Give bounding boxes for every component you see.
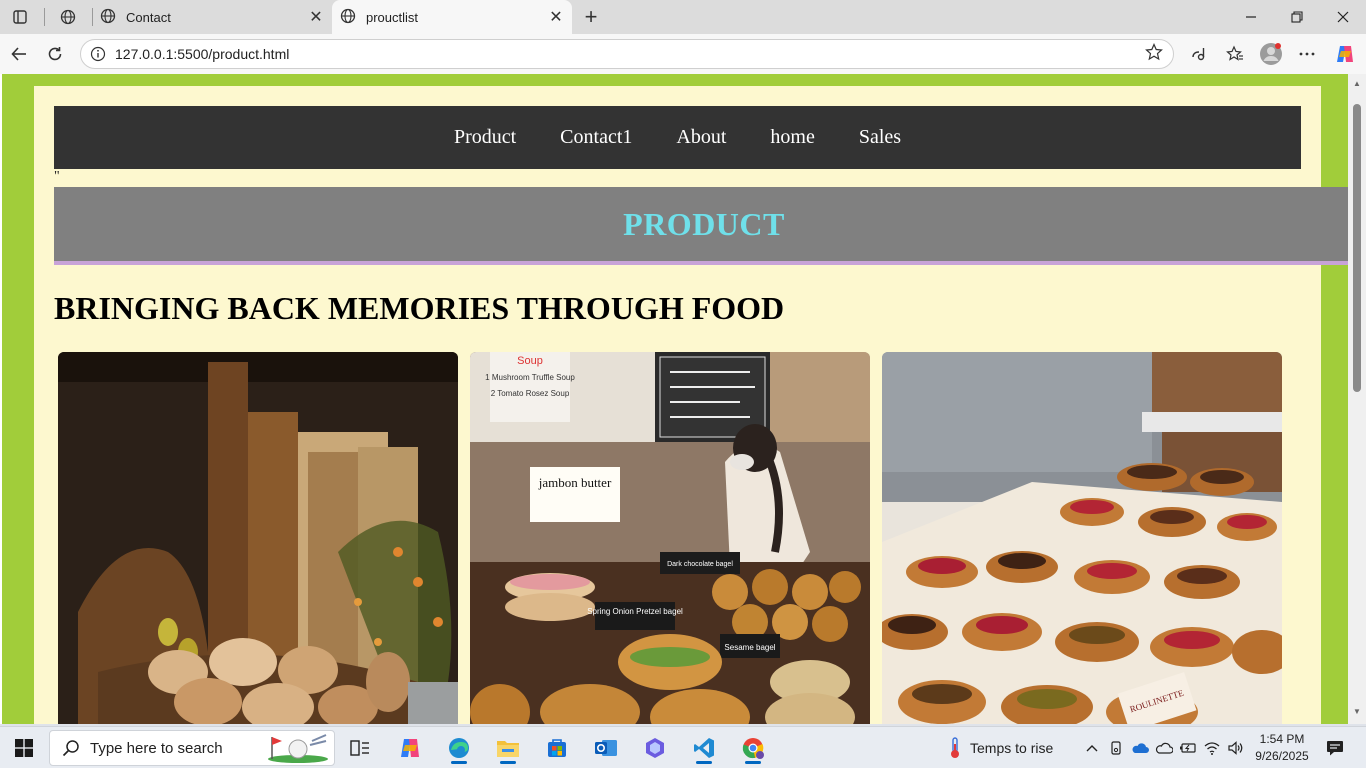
profile-avatar[interactable] xyxy=(1256,40,1286,68)
copilot-taskbar-icon[interactable] xyxy=(390,731,430,765)
weather-text: Temps to rise xyxy=(970,740,1054,756)
edge-browser-icon[interactable] xyxy=(439,731,479,765)
onedrive-personal-cloud-icon[interactable] xyxy=(1152,727,1176,768)
tab-separator xyxy=(44,8,45,26)
card-text-mushroom-soup: 1 Mushroom Truffle Soup xyxy=(485,373,575,382)
device-icon[interactable] xyxy=(1104,727,1128,768)
main-nav: Product Contact1 About home Sales xyxy=(54,106,1301,169)
nav-link-product[interactable]: Product xyxy=(454,126,516,149)
product-banner: PRODUCT xyxy=(54,187,1354,265)
nav-link-home[interactable]: home xyxy=(770,126,814,149)
address-bar[interactable]: 127.0.0.1:5500/product.html xyxy=(80,39,1174,69)
chrome-icon[interactable] xyxy=(733,731,773,765)
more-options-icon[interactable] xyxy=(1292,40,1322,68)
favorites-icon[interactable] xyxy=(1220,40,1250,68)
url-text[interactable]: 127.0.0.1:5500/product.html xyxy=(115,46,1145,62)
notifications-icon[interactable] xyxy=(1320,727,1350,768)
copilot-app-icon[interactable] xyxy=(635,731,675,765)
taskbar-search-box[interactable]: Type here to search xyxy=(49,730,335,766)
battery-icon[interactable] xyxy=(1176,727,1200,768)
golf-highlight-icon[interactable] xyxy=(262,733,328,763)
card-text-spring-onion-bagel: Spring Onion Pretzel bagel xyxy=(587,607,683,616)
workspaces-globe-icon[interactable] xyxy=(54,4,82,30)
nav-link-about[interactable]: About xyxy=(676,126,726,149)
weather-widget[interactable]: Temps to rise xyxy=(948,727,1053,768)
new-tab-button[interactable]: + xyxy=(578,4,604,30)
clock-time: 1:54 PM xyxy=(1259,732,1305,746)
scroll-down-arrow-icon[interactable]: ▼ xyxy=(1352,706,1362,716)
tab-actions-icon[interactable] xyxy=(6,4,34,30)
product-image-bread-basket[interactable] xyxy=(58,352,458,724)
refresh-icon[interactable] xyxy=(40,40,70,68)
task-view-icon[interactable] xyxy=(340,731,380,765)
card-text-tomato-soup: 2 Tomato Rosez Soup xyxy=(491,389,570,398)
site-info-icon[interactable] xyxy=(89,45,107,63)
tab-contact[interactable]: Contact ✕ xyxy=(92,0,332,34)
tab-title: Contact xyxy=(126,9,171,25)
tab-title: prouctlist xyxy=(366,9,419,25)
close-tab-icon[interactable]: ✕ xyxy=(546,7,566,27)
windows-taskbar: Type here to search Temps to rise 1:54 P… xyxy=(0,726,1366,768)
file-explorer-icon[interactable] xyxy=(488,731,528,765)
card-text-soup: Soup xyxy=(517,355,543,367)
nav-link-contact1[interactable]: Contact1 xyxy=(560,126,632,149)
page-scrollbar[interactable]: ▲ ▼ xyxy=(1348,74,1366,724)
browser-tab-bar: Contact ✕ prouctlist ✕ + xyxy=(0,0,1366,34)
close-window-icon[interactable] xyxy=(1320,0,1366,34)
page-green-border: Product Contact1 About home Sales " PROD… xyxy=(2,74,1354,724)
show-hidden-icons-chevron-icon[interactable] xyxy=(1080,727,1104,768)
stray-quote-text: " xyxy=(54,169,60,184)
volume-icon[interactable] xyxy=(1224,727,1248,768)
thermometer-icon xyxy=(948,737,962,759)
page-content: Product Contact1 About home Sales " PROD… xyxy=(34,86,1354,724)
scroll-up-arrow-icon[interactable]: ▲ xyxy=(1352,78,1362,88)
nav-link-sales[interactable]: Sales xyxy=(859,126,901,149)
scrollbar-thumb[interactable] xyxy=(1353,104,1361,392)
page-viewport: Product Contact1 About home Sales " PROD… xyxy=(0,74,1366,724)
search-placeholder: Type here to search xyxy=(90,739,223,757)
clock-date: 9/26/2025 xyxy=(1255,749,1309,763)
read-aloud-icon[interactable] xyxy=(1184,40,1214,68)
copilot-icon[interactable] xyxy=(1330,40,1360,68)
taskbar-clock[interactable]: 1:54 PM 9/26/2025 xyxy=(1254,731,1310,765)
search-icon xyxy=(62,739,80,757)
card-text-jambon-butter: jambon butter xyxy=(538,475,612,490)
card-text-sesame-bagel: Sesame bagel xyxy=(724,643,775,652)
banner-title: PRODUCT xyxy=(623,205,785,242)
restore-icon[interactable] xyxy=(1274,0,1320,34)
globe-icon xyxy=(340,8,356,27)
wifi-icon[interactable] xyxy=(1200,727,1224,768)
page-headline: BRINGING BACK MEMORIES THROUGH FOOD xyxy=(54,290,785,326)
windows-start-icon[interactable] xyxy=(4,731,44,765)
close-tab-icon[interactable]: ✕ xyxy=(306,7,326,27)
microsoft-store-icon[interactable] xyxy=(537,731,577,765)
pastry-display-illustration: ROULINETTE xyxy=(882,352,1282,724)
tab-productlist[interactable]: prouctlist ✕ xyxy=(332,0,572,34)
product-image-pastry-display[interactable]: ROULINETTE xyxy=(882,352,1282,724)
product-image-bakery-counter[interactable]: Soup 1 Mushroom Truffle Soup 2 Tomato Ro… xyxy=(470,352,870,724)
bakery-counter-illustration: Soup 1 Mushroom Truffle Soup 2 Tomato Ro… xyxy=(470,352,870,724)
browser-toolbar: 127.0.0.1:5500/product.html xyxy=(0,34,1366,74)
outlook-icon[interactable] xyxy=(586,731,626,765)
back-arrow-icon[interactable] xyxy=(4,40,34,68)
card-text-dark-chocolate-bagel: Dark chocolate bagel xyxy=(667,561,733,568)
globe-icon xyxy=(100,8,116,27)
onedrive-cloud-icon[interactable] xyxy=(1128,727,1152,768)
favorite-star-icon[interactable] xyxy=(1145,42,1163,66)
minimize-icon[interactable] xyxy=(1228,0,1274,34)
bread-basket-illustration xyxy=(58,352,458,724)
vscode-icon[interactable] xyxy=(684,731,724,765)
